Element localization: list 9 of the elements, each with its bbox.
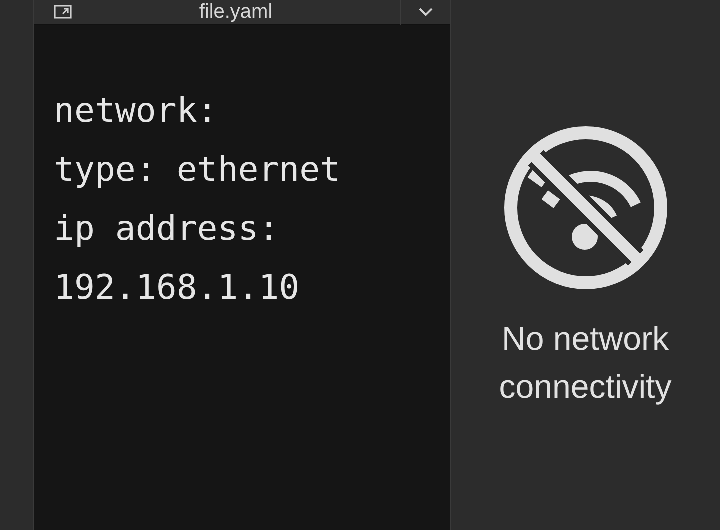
code-line: 192.168.1.10 — [54, 267, 301, 310]
window-title: file.yaml — [199, 2, 273, 22]
status-message: No network connectivity — [498, 319, 673, 407]
code-line: ip address: — [54, 208, 280, 251]
code-line: type: ethernet — [54, 149, 342, 192]
window-icon[interactable] — [54, 5, 72, 19]
no-wifi-icon — [502, 125, 668, 291]
code-line: network: — [54, 90, 219, 133]
chevron-icon[interactable] — [418, 7, 432, 17]
